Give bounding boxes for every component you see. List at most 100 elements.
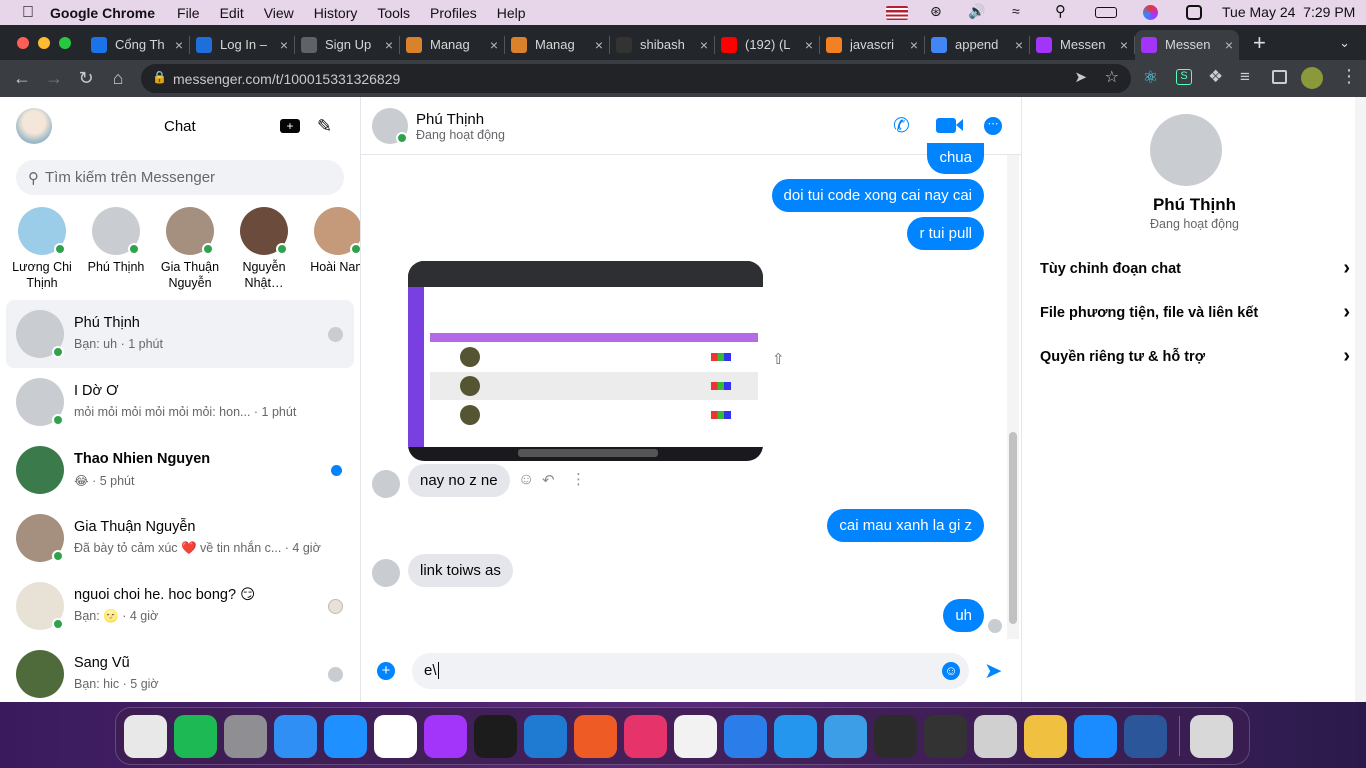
browser-tab[interactable]: Log In – × [190,30,294,60]
active-contact[interactable]: Lương Chi Thịnh [4,207,80,291]
message-in[interactable]: link toiws as [408,554,513,587]
message-out[interactable]: chua [927,143,984,174]
new-tab-button[interactable]: + [1253,30,1266,56]
dock-app-icon[interactable] [174,714,217,758]
conversation-item[interactable]: I Dờ Ơ mỏi mỏi mỏi mỏi mỏi mỏi: hon... · … [6,368,354,436]
page-scrollbar[interactable] [1355,97,1366,702]
browser-tab[interactable]: javascri × [820,30,924,60]
dock-app-icon[interactable] [974,714,1017,758]
browser-tab[interactable]: (192) (L × [715,30,819,60]
search-icon[interactable]: ⚲ [1055,2,1066,20]
dock-app-icon[interactable] [1024,714,1067,758]
clock[interactable]: Tue May 24 7:29 PM [1222,4,1355,20]
conversation-item[interactable]: Thao Nhien Nguyen 😂 · 5 phút [6,436,354,504]
dock-app-icon[interactable] [274,714,317,758]
privacy-support-item[interactable]: Quyền riêng tư & hỗ trợ › [1040,345,1350,368]
tab-close-icon[interactable]: × [910,37,918,53]
new-video-room-icon[interactable]: + [280,119,300,133]
menu-edit[interactable]: Edit [220,5,244,21]
back-icon[interactable]: ← [6,68,38,89]
dock-app-icon[interactable] [1124,714,1167,758]
browser-tab[interactable]: append × [925,30,1029,60]
search-bar[interactable]: ⚲ Tìm kiếm trên Messenger [16,160,344,195]
browser-tab[interactable]: Messen × [1030,30,1134,60]
share-icon[interactable]: ➤ [1074,68,1087,86]
dock-app-icon[interactable] [674,714,717,758]
control-center-icon[interactable] [1186,5,1202,20]
reload-icon[interactable]: ↻ [70,68,102,89]
dock-app-icon[interactable] [1074,714,1117,758]
tab-close-icon[interactable]: × [805,37,813,53]
tab-close-icon[interactable]: × [175,37,183,53]
menu-profiles[interactable]: Profiles [430,5,477,21]
contact-name[interactable]: Phú Thịnh [416,111,484,128]
home-icon[interactable]: ⌂ [102,68,134,89]
active-contact[interactable]: Phú Thịnh [78,207,154,275]
customize-chat-item[interactable]: Tùy chỉnh đoạn chat › [1040,257,1350,280]
media-files-item[interactable]: File phương tiện, file và liên kết › [1040,301,1350,324]
dock-app-icon[interactable] [324,714,367,758]
conversation-item[interactable]: Sang Vũ Bạn: hic · 5 giờ [6,640,354,702]
emoji-icon[interactable]: ☺ [942,662,960,680]
share-image-icon[interactable]: ⇧ [772,350,785,368]
address-bar[interactable]: 🔒 messenger.com/t/100015331326829 ➤ ☆ [141,64,1131,93]
phone-call-icon[interactable]: ✆ [893,113,910,138]
message-out[interactable]: r tui pull [907,217,984,250]
side-panel-icon[interactable] [1272,70,1287,84]
browser-tab[interactable]: Messen × [1135,29,1239,60]
scrollbar-thumb[interactable] [1009,432,1017,624]
tab-close-icon[interactable]: × [490,37,498,53]
reading-list-icon[interactable]: ≡ [1240,67,1250,87]
bluetooth-icon[interactable]: ⊛ [930,3,942,20]
message-composer[interactable]: e\ ☺ [412,653,969,689]
apple-icon[interactable]:  [22,4,34,22]
forward-icon[interactable]: → [38,68,70,89]
tab-close-icon[interactable]: × [595,37,603,53]
tab-close-icon[interactable]: × [385,37,393,53]
active-contact[interactable]: Nguyễn Nhật… [226,207,302,291]
dock-app-icon[interactable] [924,714,967,758]
dock-app-icon[interactable] [574,714,617,758]
minimize-window-button[interactable] [38,36,50,49]
message-out[interactable]: doi tui code xong cai nay cai [771,179,984,212]
tab-close-icon[interactable]: × [1015,37,1023,53]
tab-close-icon[interactable]: × [700,37,708,53]
message-out[interactable]: cai mau xanh la gi z [827,509,984,542]
dock-app-icon[interactable] [874,714,917,758]
browser-tab[interactable]: Cổng Th × [85,30,189,60]
profile-avatar-large[interactable] [1150,114,1222,186]
browser-tab[interactable]: shibash × [610,30,714,60]
flag-icon[interactable] [886,6,908,20]
dock-app-icon[interactable] [1190,714,1233,758]
menu-help[interactable]: Help [497,5,526,21]
browser-tab[interactable]: Sign Up × [295,30,399,60]
my-avatar[interactable] [16,108,52,144]
dock-app-icon[interactable] [824,714,867,758]
dock-app-icon[interactable] [524,714,567,758]
tab-close-icon[interactable]: × [1120,37,1128,53]
react-devtools-icon[interactable]: ⚛ [1143,68,1158,88]
send-icon[interactable]: ➤ [984,658,1002,684]
dock-app-icon[interactable] [724,714,767,758]
siri-icon[interactable] [1143,5,1158,20]
tab-close-icon[interactable]: × [280,37,288,53]
app-name[interactable]: Google Chrome [50,5,155,21]
message-in[interactable]: nay no z ne [408,464,510,497]
menu-tools[interactable]: Tools [377,5,410,21]
message-out[interactable]: uh [943,599,984,632]
browser-tab[interactable]: Manag × [400,30,504,60]
conversation-item[interactable]: nguoi choi he. hoc bong? 😏 Bạn: 🌝 · 4 giờ [6,572,354,640]
bookmark-star-icon[interactable]: ☆ [1105,67,1119,87]
new-message-icon[interactable]: ✎ [317,116,332,137]
volume-icon[interactable]: 🔊 [968,3,985,20]
dock-app-icon[interactable] [374,714,417,758]
video-call-icon[interactable] [936,118,956,133]
wifi-icon[interactable]: ≈ [1012,3,1020,19]
conversation-item[interactable]: Gia Thuận Nguyễn Đã bày tỏ cảm xúc ❤️ về … [6,504,354,572]
chrome-menu-icon[interactable]: ⋮ [1340,66,1358,87]
battery-icon[interactable] [1095,7,1117,18]
shared-screenshot-image[interactable] [408,261,763,461]
browser-tab[interactable]: Manag × [505,30,609,60]
extension-s-icon[interactable]: S [1176,69,1192,85]
more-actions-icon[interactable]: + [377,662,395,680]
